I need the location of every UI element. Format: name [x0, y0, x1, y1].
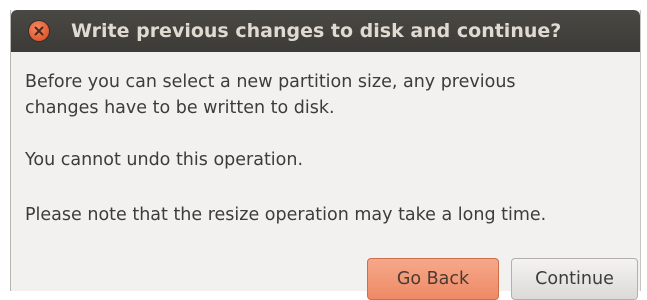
close-button[interactable] — [29, 21, 49, 41]
message-paragraph: Before you can select a new partition si… — [25, 69, 516, 121]
warning-text: You cannot undo this operation. — [25, 150, 304, 170]
dialog-title: Write previous changes to disk and conti… — [71, 20, 562, 42]
dialog-content: Before you can select a new partition si… — [11, 52, 640, 300]
message-line-1: Before you can select a new partition si… — [25, 72, 516, 92]
message-line-2: changes have to be written to disk. — [25, 98, 335, 118]
title-bar[interactable]: Write previous changes to disk and conti… — [11, 10, 640, 52]
note-text: Please note that the resize operation ma… — [25, 205, 547, 225]
close-icon — [34, 26, 44, 36]
dialog-window: Write previous changes to disk and conti… — [10, 10, 641, 300]
